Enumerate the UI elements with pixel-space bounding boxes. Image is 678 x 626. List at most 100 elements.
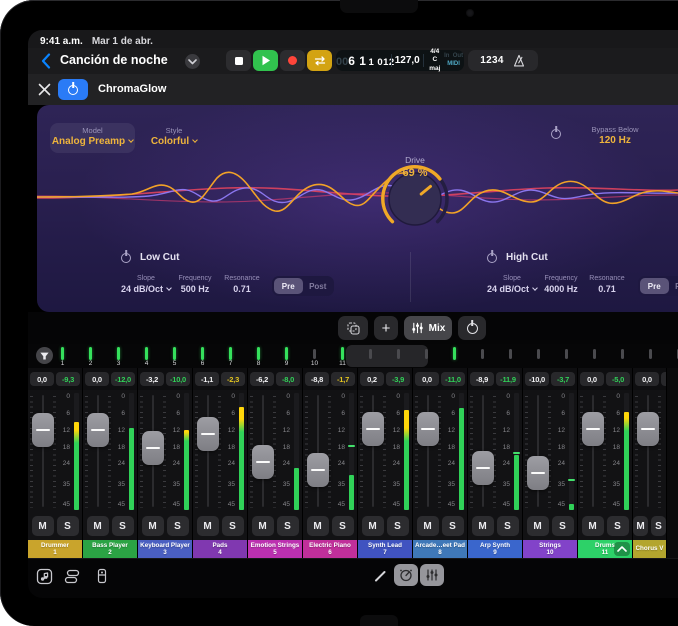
record-button[interactable] (280, 50, 305, 71)
back-button[interactable] (38, 52, 54, 70)
volume-fader[interactable] (32, 413, 54, 447)
volume-fader[interactable] (582, 412, 604, 446)
track-name-tab[interactable]: Keyboard Player 3 (138, 540, 192, 558)
fader-scale-label: 6 (167, 411, 180, 418)
volume-fader[interactable] (307, 453, 329, 487)
volume-fader[interactable] (252, 445, 274, 479)
track-name-tab[interactable]: Bass Player 2 (83, 540, 137, 558)
channel-strip: -3,2 -10,0 061218243545 M S Keyboard Pla… (138, 368, 193, 558)
track-number: 8 (438, 549, 442, 556)
routing-button[interactable] (62, 566, 82, 586)
stop-button[interactable] (226, 50, 251, 71)
solo-button[interactable]: S (651, 516, 666, 536)
volume-fader[interactable] (197, 417, 219, 451)
mute-button[interactable]: M (142, 516, 164, 536)
volume-fader[interactable] (417, 412, 439, 446)
mixer-power-button[interactable] (458, 316, 486, 340)
volume-fader[interactable] (142, 431, 164, 465)
mute-button[interactable]: M (362, 516, 384, 536)
level-control[interactable]: Level 0.0 (655, 125, 678, 147)
pre-button[interactable]: Pre (640, 278, 669, 294)
mute-button[interactable]: M (307, 516, 329, 536)
close-plugin-button[interactable] (38, 83, 52, 97)
volume-fader[interactable] (87, 413, 109, 447)
volume-fader[interactable] (527, 456, 549, 490)
mute-button[interactable]: M (417, 516, 439, 536)
track-name-tab[interactable]: Drums 11 (578, 540, 632, 558)
mute-button[interactable]: M (87, 516, 109, 536)
knob-view-button[interactable] (394, 564, 418, 586)
track-name-tab[interactable]: Pads 4 (193, 540, 247, 558)
solo-button[interactable]: S (442, 516, 464, 536)
fader-track (97, 395, 99, 507)
pre-button[interactable]: Pre (274, 278, 303, 294)
overview-meter (537, 349, 540, 359)
duplicate-button[interactable] (338, 316, 368, 340)
project-title[interactable]: Canción de noche (60, 53, 168, 67)
mute-button[interactable]: M (582, 516, 604, 536)
solo-button[interactable]: S (607, 516, 629, 536)
track-name-tab[interactable]: Electric Piano 6 (303, 540, 357, 558)
bypass-power-icon[interactable] (551, 129, 561, 139)
solo-button[interactable]: S (497, 516, 519, 536)
solo-button[interactable]: S (332, 516, 354, 536)
solo-button[interactable]: S (387, 516, 409, 536)
low-cut-power-icon[interactable] (121, 253, 131, 263)
mute-button[interactable]: M (472, 516, 494, 536)
mute-button[interactable]: M (527, 516, 549, 536)
project-menu-button[interactable] (185, 54, 200, 69)
overview-meter (313, 349, 316, 359)
mute-button[interactable]: M (633, 516, 648, 536)
solo-button[interactable]: S (112, 516, 134, 536)
low-cut-resonance[interactable]: Resonance 0.71 (214, 275, 270, 297)
lcd-display[interactable]: 006 11 012 127,0 4/4C maj In Out MIDI (336, 50, 464, 71)
fader-scale-label: 35 (112, 482, 125, 489)
filter-tracks-button[interactable] (36, 347, 53, 364)
transport-controls (226, 50, 332, 71)
mix-view-button[interactable]: Mix (404, 316, 452, 340)
solo-button[interactable]: S (167, 516, 189, 536)
solo-button[interactable]: S (57, 516, 79, 536)
cycle-button[interactable] (307, 50, 332, 71)
track-name-tab[interactable]: Drummer 1 (28, 540, 82, 558)
faders-view-button[interactable] (420, 564, 444, 586)
volume-fader[interactable] (362, 412, 384, 446)
high-cut-resonance[interactable]: Resonance 0.71 (579, 275, 635, 297)
play-icon (261, 55, 271, 66)
high-cut-power-icon[interactable] (487, 253, 497, 263)
peak-db-value: -10,0 (166, 372, 190, 386)
track-name-tab[interactable]: Chorus V (633, 540, 666, 558)
browser-button[interactable] (34, 566, 54, 586)
plugins-button[interactable] (92, 566, 112, 586)
overview-meter (649, 349, 652, 359)
overview-visible-window[interactable] (346, 345, 428, 367)
post-button[interactable]: Post (304, 278, 333, 294)
track-name-tab[interactable]: Strings 10 (523, 540, 577, 558)
mute-button[interactable]: M (32, 516, 54, 536)
fader-db-value: 0,0 (85, 372, 109, 386)
style-selector[interactable]: Style Colorful (139, 126, 209, 148)
volume-fader[interactable] (637, 412, 659, 446)
plugin-power-button[interactable] (58, 79, 88, 100)
add-track-button[interactable]: + (374, 316, 398, 340)
solo-button[interactable]: S (277, 516, 299, 536)
bypass-below-control[interactable]: Bypass Below 120 Hz (575, 125, 655, 147)
track-name-tab[interactable]: Emotion Strings 5 (248, 540, 302, 558)
fader-db-value: -10,0 (525, 372, 549, 386)
edit-mode-button[interactable] (370, 566, 390, 586)
track-name-tab[interactable]: Arcade…eet Pad 8 (413, 540, 467, 558)
solo-button[interactable]: S (552, 516, 574, 536)
play-button[interactable] (253, 50, 278, 71)
track-name-tab[interactable]: Synth Lead 7 (358, 540, 412, 558)
collapse-mixer-button[interactable] (614, 542, 630, 556)
mute-button[interactable]: M (252, 516, 274, 536)
mute-button[interactable]: M (197, 516, 219, 536)
volume-fader[interactable] (472, 451, 494, 485)
count-in-badge[interactable]: 1234 (468, 50, 538, 71)
fader-db-value: -3,2 (140, 372, 164, 386)
fader-scale-label: 35 (57, 482, 70, 489)
model-selector[interactable]: Model Analog Preamp (50, 123, 135, 153)
solo-button[interactable]: S (222, 516, 244, 536)
track-name-tab[interactable]: Arp Synth 9 (468, 540, 522, 558)
post-button[interactable]: Post (670, 278, 678, 294)
